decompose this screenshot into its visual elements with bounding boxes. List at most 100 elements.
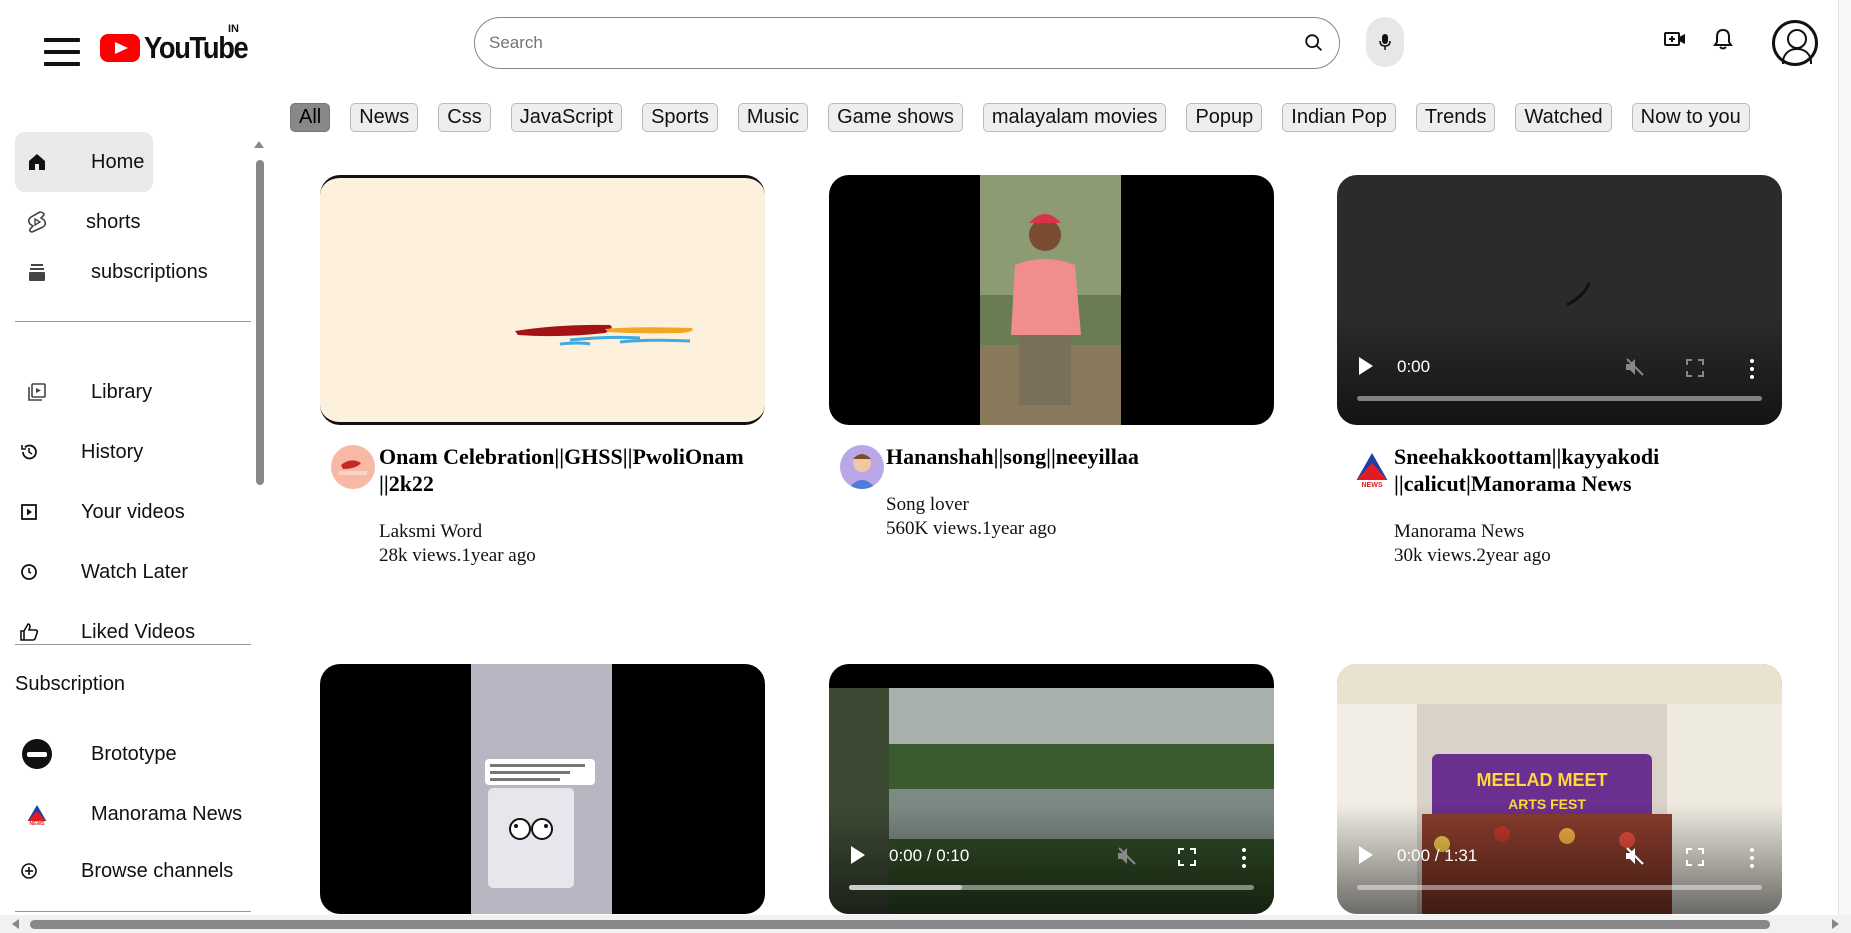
muted-icon[interactable] (1624, 846, 1646, 866)
video-stats: 30k views.2year ago (1394, 545, 1551, 566)
scroll-left-arrow[interactable] (12, 919, 19, 929)
country-code: IN (228, 23, 239, 35)
player-time: 0:00 / 1:31 (1397, 846, 1478, 865)
search-input[interactable] (489, 33, 1303, 53)
play-icon[interactable] (1359, 357, 1373, 375)
chip-trends[interactable]: Trends (1415, 103, 1496, 132)
sidebar-divider (15, 644, 251, 645)
channel-avatar[interactable] (840, 445, 884, 489)
create-video-icon[interactable] (1662, 26, 1688, 52)
sidebar-label: subscriptions (91, 260, 208, 283)
sidebar: Home shorts subscriptions Library Histor… (0, 128, 252, 918)
your-videos-icon (17, 500, 41, 524)
sidebar-divider (15, 321, 251, 322)
fullscreen-icon[interactable] (1178, 848, 1196, 866)
channel-avatar[interactable]: NEWS (1354, 447, 1398, 491)
video-player[interactable]: 0:00 (1337, 175, 1782, 425)
thumbnail-graphic (980, 175, 1121, 425)
progress-bar[interactable] (849, 885, 1254, 890)
horizontal-scroll-thumb[interactable] (30, 920, 1770, 929)
sidebar-scroll-up-arrow[interactable] (254, 141, 264, 148)
channel-name[interactable]: Song lover (886, 493, 969, 517)
channel-name[interactable]: Manorama News (1394, 520, 1524, 544)
history-icon (17, 440, 41, 464)
account-avatar-icon[interactable] (1772, 20, 1818, 66)
chip-indian-pop[interactable]: Indian Pop (1282, 103, 1396, 132)
menu-icon[interactable] (44, 38, 80, 70)
chip-sports[interactable]: Sports (642, 103, 718, 132)
subscription-heading: Subscription (15, 673, 126, 695)
channel-name[interactable]: Laksmi Word (379, 520, 482, 544)
page-right-edge (1838, 0, 1851, 933)
video-stats: 28k views.1year ago (379, 545, 536, 566)
chip-watched[interactable]: Watched (1515, 103, 1612, 132)
fullscreen-icon[interactable] (1686, 848, 1704, 866)
microphone-icon (1379, 34, 1391, 50)
chip-all[interactable]: All (290, 103, 331, 132)
youtube-logo[interactable]: YouTube (100, 30, 262, 66)
chip-now-to-you[interactable]: Now to you (1631, 103, 1750, 132)
sidebar-scrollbar[interactable] (256, 160, 264, 485)
progress-bar[interactable] (1357, 885, 1762, 890)
progress-bar[interactable] (1357, 396, 1762, 401)
sidebar-label: Home (91, 150, 145, 173)
clock-icon (17, 560, 41, 584)
svg-text:NEWS: NEWS (1362, 482, 1383, 489)
video-thumbnail[interactable] (320, 175, 765, 425)
video-thumbnail[interactable] (320, 664, 765, 914)
sidebar-label: Browse channels (81, 859, 234, 882)
logo-text: YouTube (144, 30, 249, 65)
player-controls: 0:00 / 0:10 (829, 804, 1274, 914)
sidebar-label: History (81, 440, 144, 463)
more-options-icon[interactable] (1750, 359, 1754, 379)
library-icon (25, 380, 49, 404)
chip-popup[interactable]: Popup (1186, 103, 1263, 132)
notifications-bell-icon[interactable] (1710, 26, 1736, 52)
scroll-right-arrow[interactable] (1832, 919, 1839, 929)
home-icon (25, 150, 49, 174)
more-options-icon[interactable] (1242, 848, 1246, 868)
sidebar-item-home[interactable]: Home (15, 132, 153, 192)
svg-text:MEELAD MEET: MEELAD MEET (1476, 770, 1607, 790)
youtube-clone-page: YouTube IN All News Css JavaScript Sport… (0, 0, 1851, 933)
chip-news[interactable]: News (350, 103, 419, 132)
video-thumbnail[interactable] (829, 175, 1274, 425)
sidebar-label: shorts (86, 210, 141, 233)
fullscreen-icon[interactable] (1686, 359, 1704, 377)
thumbs-up-icon (17, 620, 41, 644)
video-player[interactable]: MEELAD MEET ARTS FEST 0:00 / 1:31 (1337, 664, 1782, 914)
chip-game-shows[interactable]: Game shows (828, 103, 963, 132)
player-controls: 0:00 / 1:31 (1337, 804, 1782, 914)
manorama-news-avatar: NEWS (25, 802, 49, 826)
play-icon[interactable] (851, 846, 865, 864)
play-icon[interactable] (1359, 846, 1373, 864)
voice-search-button[interactable] (1366, 17, 1404, 67)
more-options-icon[interactable] (1750, 848, 1754, 868)
subscriptions-icon (25, 260, 49, 284)
progress-fill (849, 885, 963, 890)
top-header: YouTube IN (0, 0, 1851, 90)
video-title[interactable]: Onam Celebration||GHSS||PwoliOnam ||2k22 (379, 443, 799, 497)
player-controls: 0:00 (1337, 315, 1782, 425)
youtube-play-icon (100, 34, 140, 62)
add-circle-icon (17, 859, 41, 883)
video-title[interactable]: Sneehakkoottam||kayyakodi ||calicut|Mano… (1394, 443, 1814, 497)
horizontal-scrollbar[interactable] (0, 915, 1851, 933)
muted-icon[interactable] (1116, 846, 1138, 866)
chip-music[interactable]: Music (737, 103, 809, 132)
player-time: 0:00 / 0:10 (889, 846, 970, 865)
player-time: 0:00 (1397, 357, 1431, 376)
video-title[interactable]: Hananshah||song||neeyillaa (886, 443, 1306, 470)
sidebar-label: Your videos (81, 500, 185, 523)
search-icon[interactable] (1303, 32, 1325, 54)
sidebar-label: Watch Later (81, 560, 189, 583)
chip-javascript[interactable]: JavaScript (510, 103, 623, 132)
svg-text:NEWS: NEWS (30, 821, 46, 826)
muted-icon[interactable] (1624, 357, 1646, 377)
channel-avatar[interactable] (331, 445, 375, 489)
video-player[interactable]: 0:00 / 0:10 (829, 664, 1274, 914)
chip-malayalam-movies[interactable]: malayalam movies (982, 103, 1167, 132)
sidebar-label: Liked Videos (81, 620, 196, 643)
chip-css[interactable]: Css (438, 103, 491, 132)
sidebar-label: Manorama News (91, 802, 243, 825)
